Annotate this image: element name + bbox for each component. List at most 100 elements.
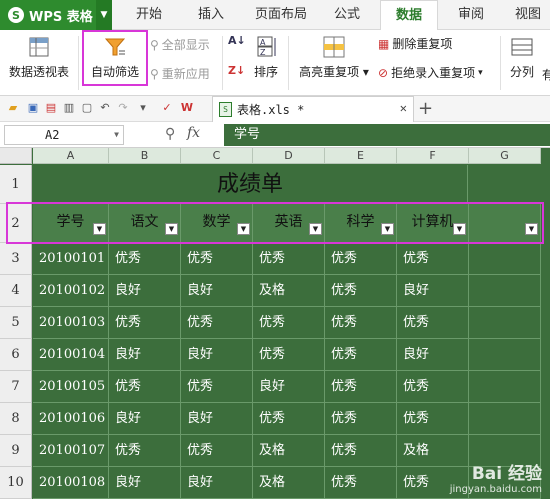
table-cell[interactable]: 优秀: [325, 371, 397, 403]
tab-formula[interactable]: 公式: [322, 0, 372, 30]
tab-insert[interactable]: 插入: [184, 0, 238, 30]
table-cell[interactable]: 优秀: [325, 339, 397, 371]
table-cell[interactable]: 良好: [181, 467, 253, 499]
app-menu-button[interactable]: S WPS 表格 ▼: [0, 0, 112, 30]
table-cell[interactable]: 良好: [397, 275, 469, 307]
table-cell[interactable]: 良好: [109, 403, 181, 435]
table-cell[interactable]: [469, 307, 541, 339]
table-cell[interactable]: 20100107: [33, 435, 109, 467]
print-icon[interactable]: ▥: [62, 101, 76, 115]
autofilter-button[interactable]: 自动筛选: [86, 36, 144, 80]
sheet-title-cell[interactable]: 成绩单: [33, 165, 468, 204]
row-header-6[interactable]: 6: [0, 339, 32, 371]
formula-input[interactable]: 学号: [224, 124, 550, 146]
table-cell[interactable]: [469, 275, 541, 307]
sort-button[interactable]: AZ 排序: [250, 36, 282, 80]
table-cell[interactable]: 良好: [109, 339, 181, 371]
table-cell[interactable]: 良好: [397, 339, 469, 371]
column-header-a[interactable]: A: [33, 148, 109, 164]
spreadsheet-grid[interactable]: ABCDEFG 1 2 3 4 5 6 7 8 9 10 成绩单 学号 ▼ 语文 ▼ 数学 ▼ 英语 ▼ 科学 ▼ 计…: [0, 148, 550, 499]
table-cell[interactable]: 良好: [181, 339, 253, 371]
table-cell[interactable]: 优秀: [253, 307, 325, 339]
pivot-table-button[interactable]: 数据透视表: [6, 36, 72, 80]
column-header-e[interactable]: E: [325, 148, 397, 164]
row-header-7[interactable]: 7: [0, 371, 32, 403]
more-button[interactable]: 有: [542, 66, 550, 83]
table-cell[interactable]: [469, 403, 541, 435]
highlight-duplicates-button[interactable]: 高亮重复项 ▾: [296, 36, 372, 80]
tab-view[interactable]: 视图: [506, 0, 550, 30]
table-cell[interactable]: 良好: [109, 275, 181, 307]
tab-home[interactable]: 开始: [122, 0, 176, 30]
table-cell[interactable]: [469, 243, 541, 275]
row-header-5[interactable]: 5: [0, 307, 32, 339]
split-column-button[interactable]: 分列: [506, 36, 538, 80]
insert-function-icon[interactable]: fx: [187, 125, 200, 141]
tab-review[interactable]: 审阅: [446, 0, 496, 30]
reject-duplicates-button[interactable]: ⊘ 拒绝录入重复项 ▾: [378, 64, 483, 81]
name-box[interactable]: A2 ▼: [4, 125, 124, 145]
tab-page-layout[interactable]: 页面布局: [246, 0, 316, 30]
table-cell[interactable]: 优秀: [325, 307, 397, 339]
customize-toolbar-icon[interactable]: ▾: [136, 101, 150, 115]
table-cell[interactable]: 良好: [181, 403, 253, 435]
document-tab[interactable]: S 表格.xls * ✕: [212, 96, 414, 122]
table-cell[interactable]: 良好: [109, 467, 181, 499]
reapply-button[interactable]: ⚲ 重新应用: [150, 65, 210, 82]
table-cell[interactable]: 优秀: [397, 243, 469, 275]
show-all-button[interactable]: ⚲ 全部显示: [150, 36, 210, 53]
table-cell[interactable]: 优秀: [397, 403, 469, 435]
row-header-9[interactable]: 9: [0, 435, 32, 467]
row-header-8[interactable]: 8: [0, 403, 32, 435]
row-header-1[interactable]: 1: [0, 165, 32, 204]
table-cell[interactable]: 优秀: [325, 275, 397, 307]
table-cell[interactable]: 20100102: [33, 275, 109, 307]
column-header-b[interactable]: B: [109, 148, 181, 164]
table-cell[interactable]: 优秀: [253, 403, 325, 435]
table-cell[interactable]: 20100104: [33, 339, 109, 371]
column-header-d[interactable]: D: [253, 148, 325, 164]
table-cell[interactable]: 优秀: [325, 467, 397, 499]
row-header-3[interactable]: 3: [0, 243, 32, 275]
tab-data[interactable]: 数据: [380, 0, 438, 31]
table-cell[interactable]: 优秀: [397, 371, 469, 403]
row-header-4[interactable]: 4: [0, 275, 32, 307]
table-cell[interactable]: 及格: [253, 435, 325, 467]
table-cell[interactable]: 良好: [253, 371, 325, 403]
print-preview-icon[interactable]: ▢: [80, 101, 94, 115]
sort-asc-button[interactable]: A↓: [228, 34, 246, 47]
sort-desc-button[interactable]: Z↓: [228, 64, 245, 77]
column-header-c[interactable]: C: [181, 148, 253, 164]
table-cell[interactable]: 优秀: [181, 243, 253, 275]
table-cell[interactable]: 优秀: [109, 307, 181, 339]
select-all-corner[interactable]: [0, 148, 32, 164]
close-icon[interactable]: ✕: [400, 101, 407, 115]
table-cell[interactable]: 良好: [181, 275, 253, 307]
table-cell[interactable]: [469, 339, 541, 371]
table-cell[interactable]: 及格: [253, 275, 325, 307]
table-cell[interactable]: 20100108: [33, 467, 109, 499]
table-cell[interactable]: 20100106: [33, 403, 109, 435]
table-cell[interactable]: 优秀: [109, 371, 181, 403]
save-icon[interactable]: ▣: [26, 101, 40, 115]
row-header-10[interactable]: 10: [0, 467, 32, 499]
table-cell[interactable]: [469, 371, 541, 403]
zoom-icon[interactable]: ⚲: [165, 126, 175, 142]
new-tab-icon[interactable]: +: [418, 98, 433, 119]
table-cell[interactable]: 优秀: [325, 243, 397, 275]
table-cell[interactable]: 优秀: [181, 307, 253, 339]
table-cell[interactable]: 及格: [253, 467, 325, 499]
table-cell[interactable]: 优秀: [181, 435, 253, 467]
table-cell[interactable]: 优秀: [109, 435, 181, 467]
redo-icon[interactable]: ↷: [116, 101, 130, 115]
table-cell[interactable]: 20100101: [33, 243, 109, 275]
open-folder-icon[interactable]: ▰: [6, 101, 20, 115]
wps-w-logo-icon[interactable]: W: [180, 101, 194, 115]
table-cell[interactable]: 20100103: [33, 307, 109, 339]
chevron-down-icon[interactable]: ▼: [114, 126, 119, 144]
undo-icon[interactable]: ↶: [98, 101, 112, 115]
table-cell[interactable]: 优秀: [181, 371, 253, 403]
export-pdf-icon[interactable]: ▤: [44, 101, 58, 115]
cloud-w-icon[interactable]: ✓: [160, 101, 174, 115]
table-cell[interactable]: 优秀: [109, 243, 181, 275]
